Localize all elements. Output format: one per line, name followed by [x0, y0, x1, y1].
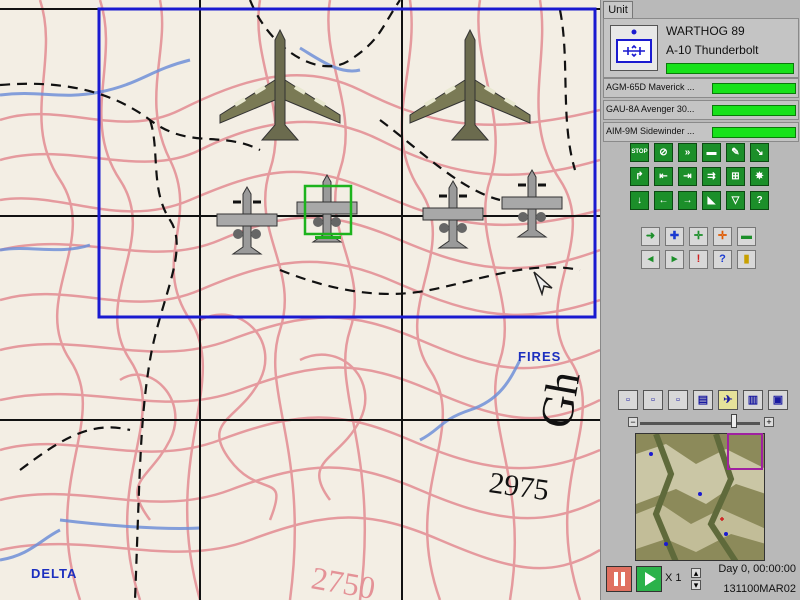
map-overlay-icon[interactable]: ✈: [718, 390, 738, 410]
zoom-slider-thumb[interactable]: [731, 414, 737, 428]
unit-symbol[interactable]: [610, 25, 658, 71]
exit-panel-icon[interactable]: ▣: [768, 390, 788, 410]
play-icon: [645, 572, 656, 586]
single-unit-view-icon[interactable]: ▫: [618, 390, 638, 410]
zoom-in-button[interactable]: +: [764, 417, 774, 427]
date-time-group: 131100MAR02: [723, 583, 796, 595]
engineer-cross-icon[interactable]: ✛: [689, 227, 708, 246]
dismount-icon[interactable]: ↓: [630, 191, 649, 210]
weapon-row: GAU-8A Avenger 30...: [603, 100, 799, 120]
move-arrow-icon[interactable]: ➜: [641, 227, 660, 246]
triangle-icon[interactable]: ▽: [726, 191, 745, 210]
tactical-map[interactable]: Gh 2975 2750 FIRES DELTA: [0, 0, 600, 600]
report-icon[interactable]: ▤: [693, 390, 713, 410]
contour-number-2975: 2975: [487, 466, 551, 507]
right-fire-icon[interactable]: →: [678, 191, 697, 210]
contour-number-2750: 2750: [309, 559, 378, 600]
wedge-icon[interactable]: ◣: [702, 191, 721, 210]
zoom-slider-track[interactable]: [640, 422, 760, 425]
merge-left-icon[interactable]: ⇤: [654, 167, 673, 186]
split-icon[interactable]: ⇉: [702, 167, 721, 186]
contour-number-layer: 2975 2750: [309, 466, 551, 600]
weapon-row: AGM-65D Maverick ...: [603, 78, 799, 98]
map-label-fires: FIRES: [518, 349, 562, 364]
stop-icon[interactable]: STOP: [630, 143, 649, 162]
weapon-ammo-bar: [712, 127, 796, 138]
game-time: Day 0, 00:00:00: [718, 563, 796, 575]
retreat-icon[interactable]: ◂: [641, 250, 660, 269]
descend-icon[interactable]: ↘: [750, 143, 769, 162]
zoom-out-button[interactable]: −: [628, 417, 638, 427]
pause-icon: [614, 572, 625, 586]
weapon-label: AIM-9M Sidewinder ...: [606, 126, 695, 136]
cancel-icon[interactable]: ⊘: [654, 143, 673, 162]
speed-label: X 1: [665, 572, 682, 584]
weapon-ammo-bar: [712, 105, 796, 116]
minimap-viewport-frame[interactable]: [727, 433, 763, 470]
advance-icon[interactable]: ▸: [665, 250, 684, 269]
dog-icon[interactable]: ✸: [750, 167, 769, 186]
unit-card: WARTHOG 89 A-10 Thunderbolt: [603, 18, 799, 78]
speed-down-button[interactable]: ▾: [691, 580, 701, 590]
company-view-icon[interactable]: ▫: [668, 390, 688, 410]
play-button[interactable]: [636, 566, 662, 592]
merge-right-icon[interactable]: ⇥: [678, 167, 697, 186]
mount-icon[interactable]: ▬: [702, 143, 721, 162]
medical-cross-icon[interactable]: ✚: [665, 227, 684, 246]
formation-icon[interactable]: ⊞: [726, 167, 745, 186]
alert-icon[interactable]: !: [689, 250, 708, 269]
tab-unit[interactable]: Unit: [603, 1, 633, 18]
info-icon[interactable]: ▮: [737, 250, 756, 269]
map-label-delta: DELTA: [31, 566, 78, 581]
platoon-view-icon[interactable]: ▫: [643, 390, 663, 410]
unit-type: A-10 Thunderbolt: [666, 43, 759, 57]
help-icon[interactable]: ?: [750, 191, 769, 210]
pause-button[interactable]: [606, 566, 632, 592]
supply-cross-icon[interactable]: ✛: [713, 227, 732, 246]
ammo-icon[interactable]: ▬: [737, 227, 756, 246]
notes-icon[interactable]: ▥: [743, 390, 763, 410]
unit-health-bar: [666, 63, 794, 74]
weapon-ammo-bar: [712, 83, 796, 94]
left-fire-icon[interactable]: ←: [654, 191, 673, 210]
fast-forward-icon[interactable]: »: [678, 143, 697, 162]
fixed-wing-symbol-icon: [616, 29, 652, 63]
refuel-icon[interactable]: ✎: [726, 143, 745, 162]
query-icon[interactable]: ?: [713, 250, 732, 269]
weapon-label: AGM-65D Maverick ...: [606, 82, 695, 92]
speed-up-button[interactable]: ▴: [691, 568, 701, 578]
weapon-row: AIM-9M Sidewinder ...: [603, 122, 799, 142]
unit-name: WARTHOG 89: [666, 24, 745, 38]
weapon-label: GAU-8A Avenger 30...: [606, 104, 695, 114]
turn-right-icon[interactable]: ↱: [630, 167, 649, 186]
mouse-pointer-icon: [533, 271, 553, 296]
